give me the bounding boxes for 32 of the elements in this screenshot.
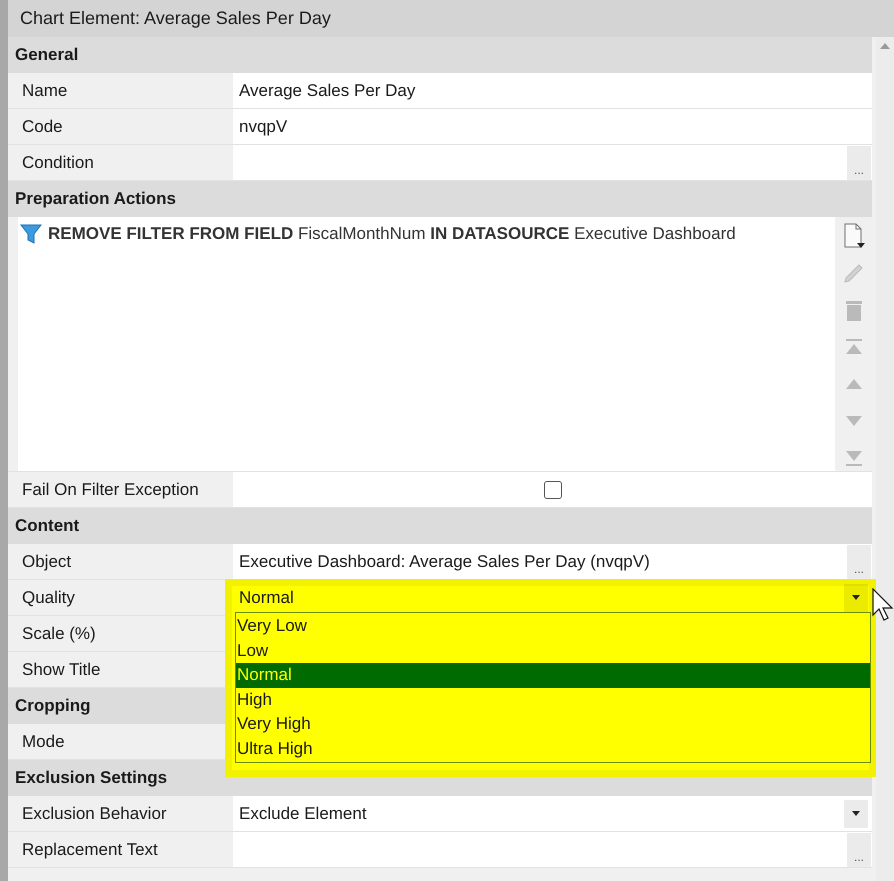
browse-button[interactable]: ... xyxy=(847,832,871,866)
section-header: General xyxy=(8,37,872,73)
dropdown-value[interactable]: Normal xyxy=(233,588,844,608)
scrollbar[interactable] xyxy=(876,37,894,881)
funnel-icon xyxy=(20,223,42,245)
window-title: Chart Element: Average Sales Per Day xyxy=(0,0,894,37)
dropdown-button[interactable] xyxy=(844,584,868,612)
scroll-up-icon xyxy=(880,43,890,49)
dropdown-option[interactable]: Ultra High xyxy=(236,736,870,761)
dropdown-option[interactable]: Normal xyxy=(236,663,870,688)
trash-icon xyxy=(844,298,864,322)
browse-button[interactable]: ... xyxy=(847,544,871,578)
caret-icon xyxy=(852,811,860,816)
move-top-icon xyxy=(844,338,864,356)
dropdown-option[interactable]: High xyxy=(236,688,870,712)
new-document-icon xyxy=(842,223,864,250)
dropdown-option[interactable]: Low xyxy=(236,638,870,663)
browse-button[interactable]: ... xyxy=(847,146,871,180)
section-header: Preparation Actions xyxy=(8,181,872,217)
move-down-icon xyxy=(844,414,864,427)
caret-icon xyxy=(852,595,860,600)
value-field[interactable]: ... xyxy=(233,832,872,867)
move-up-icon xyxy=(844,378,864,390)
dropdown-button[interactable] xyxy=(844,800,868,828)
dropdown-option[interactable]: Very Low xyxy=(236,614,870,638)
action-item[interactable]: REMOVE FILTER FROM FIELD FiscalMonthNum IN DATASOURCE Executive Dashboard xyxy=(48,224,736,244)
move-bottom-icon xyxy=(844,448,864,467)
pointer-cursor-icon xyxy=(872,588,894,622)
checkbox[interactable] xyxy=(544,480,562,498)
value-field[interactable]: Executive Dashboard: Average Sales Per Day (nvqpV) ... xyxy=(233,544,872,579)
value-field[interactable]: ... xyxy=(233,145,872,180)
section-header: Content xyxy=(8,508,872,544)
